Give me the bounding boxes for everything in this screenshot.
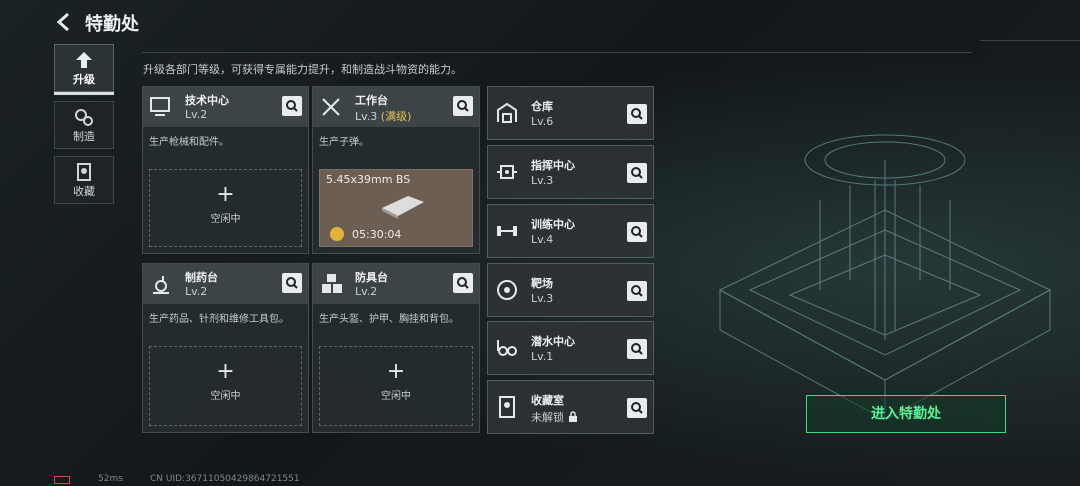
search-icon[interactable] (453, 96, 473, 116)
plus-icon: + (216, 182, 235, 207)
facility-name: 潜水中心 (531, 335, 575, 348)
card-description: 生产头盔、护甲、胸挂和背包。 (319, 314, 459, 325)
card-tech-center[interactable]: 技术中心 Lv.2 生产枪械和配件。 + 空闲中 (142, 86, 309, 254)
plus-icon: + (216, 359, 235, 384)
search-icon[interactable] (627, 281, 647, 301)
production-slot-empty[interactable]: + 空闲中 (149, 346, 302, 426)
lock-icon (568, 411, 577, 422)
page-title: 特勤处 (85, 14, 139, 35)
ammo-box-icon (382, 196, 424, 219)
locked-status: 未解锁 (531, 411, 564, 424)
command-chip-icon (497, 165, 517, 179)
production-timer: 05:30:04 (352, 228, 402, 241)
search-icon[interactable] (627, 398, 647, 418)
cubes-icon (322, 274, 342, 293)
gears-icon (75, 109, 93, 126)
nav-label: 制造 (73, 130, 95, 143)
facility-level: Lv.1 (531, 350, 554, 363)
plus-icon: + (386, 359, 406, 384)
ping-readout: 52ms (98, 474, 123, 484)
nav-label: 升级 (73, 73, 95, 86)
dumbbell-icon (497, 226, 517, 236)
card-level: Lv.2 (185, 285, 208, 298)
card-name: 制药台 (185, 271, 218, 284)
nav-label: 收藏 (73, 185, 95, 198)
workstation-icon (150, 97, 170, 116)
timer-icon (330, 227, 344, 241)
slot-status: 空闲中 (210, 391, 241, 402)
search-icon[interactable] (282, 273, 302, 293)
card-header: 工作台 Lv.3 (满级) (313, 87, 479, 127)
facility-level: 未解锁 (531, 409, 578, 425)
facility-name: 靶场 (531, 277, 553, 290)
card-description: 生产枪械和配件。 (149, 137, 229, 148)
card-level: Lv.3 (满级) (355, 108, 411, 124)
facility-training-center[interactable]: 训练中心 Lv.4 (487, 204, 654, 258)
facility-level: Lv.3 (531, 174, 554, 187)
nav-tab-craft[interactable]: 制造 (54, 101, 114, 149)
warehouse-icon (497, 102, 517, 123)
battery-icon (54, 476, 70, 484)
facility-name: 指挥中心 (531, 159, 575, 172)
card-level: Lv.2 (355, 285, 378, 298)
microscope-icon (153, 276, 169, 294)
card-description: 生产子弹。 (319, 137, 369, 148)
facility-command-center[interactable]: 指挥中心 Lv.3 (487, 145, 654, 199)
search-icon[interactable] (627, 163, 647, 183)
collection-icon (77, 163, 91, 181)
search-icon[interactable] (627, 104, 647, 124)
nav-active-indicator (54, 92, 114, 95)
card-armor[interactable]: 防具台 Lv.2 生产头盔、护甲、胸挂和背包。 + 空闲中 (312, 263, 480, 433)
search-icon[interactable] (282, 96, 302, 116)
facility-level: Lv.6 (531, 115, 554, 128)
facility-level: Lv.4 (531, 233, 554, 246)
search-icon[interactable] (627, 339, 647, 359)
card-name: 工作台 (355, 94, 388, 107)
facility-warehouse[interactable]: 仓库 Lv.6 (487, 86, 654, 140)
facility-level: Lv.3 (531, 292, 554, 305)
card-workbench[interactable]: 工作台 Lv.3 (满级) 生产子弹。 5.45x39mm BS 05:30:0… (312, 86, 480, 254)
card-name: 防具台 (355, 271, 388, 284)
production-slot-active[interactable]: 5.45x39mm BS 05:30:04 (319, 169, 473, 247)
search-icon[interactable] (453, 273, 473, 293)
card-level: Lv.2 (185, 108, 208, 121)
enter-special-ops-button[interactable]: 进入特勤处 (806, 395, 1006, 433)
slot-status: 空闲中 (381, 391, 411, 402)
max-level-badge: (满级) (380, 110, 412, 123)
diving-mask-icon (497, 340, 517, 356)
user-uid: CN UID:3671105042986472155​1 (150, 474, 300, 484)
card-name: 技术中心 (185, 94, 229, 107)
collection-room-icon (499, 396, 515, 418)
facility-name: 仓库 (531, 100, 553, 113)
card-description: 生产药品、针剂和维修工具包。 (149, 314, 289, 325)
card-pharmacy[interactable]: 制药台 Lv.2 生产药品、针剂和维修工具包。 + 空闲中 (142, 263, 309, 433)
facility-collection-room[interactable]: 收藏室 未解锁 (487, 380, 654, 434)
nav-tab-upgrade[interactable]: 升级 (54, 44, 114, 92)
target-icon (497, 280, 517, 300)
production-slot-empty[interactable]: + 空闲中 (319, 346, 473, 426)
tools-icon (322, 98, 340, 116)
back-arrow-icon[interactable] (52, 10, 76, 34)
header-divider (142, 52, 972, 53)
upgrade-icon (76, 52, 92, 68)
search-icon[interactable] (627, 222, 647, 242)
production-slot-empty[interactable]: + 空闲中 (149, 169, 302, 247)
level-value: Lv.3 (355, 110, 378, 123)
nav-tab-collection[interactable]: 收藏 (54, 156, 114, 204)
slot-status: 空闲中 (210, 214, 241, 225)
production-item-name: 5.45x39mm BS (326, 173, 411, 186)
card-header: 制药台 Lv.2 (143, 264, 308, 304)
facility-shooting-range[interactable]: 靶场 Lv.3 (487, 263, 654, 317)
facility-name: 训练中心 (531, 218, 575, 231)
card-header: 防具台 Lv.2 (313, 264, 479, 304)
card-header: 技术中心 Lv.2 (143, 87, 308, 127)
facility-diving-center[interactable]: 潜水中心 Lv.1 (487, 321, 654, 375)
facility-name: 收藏室 (531, 394, 564, 407)
header-divider-right (980, 40, 1080, 41)
page-description: 升级各部门等级，可获得专属能力提升，和制造战斗物资的能力。 (143, 63, 462, 76)
